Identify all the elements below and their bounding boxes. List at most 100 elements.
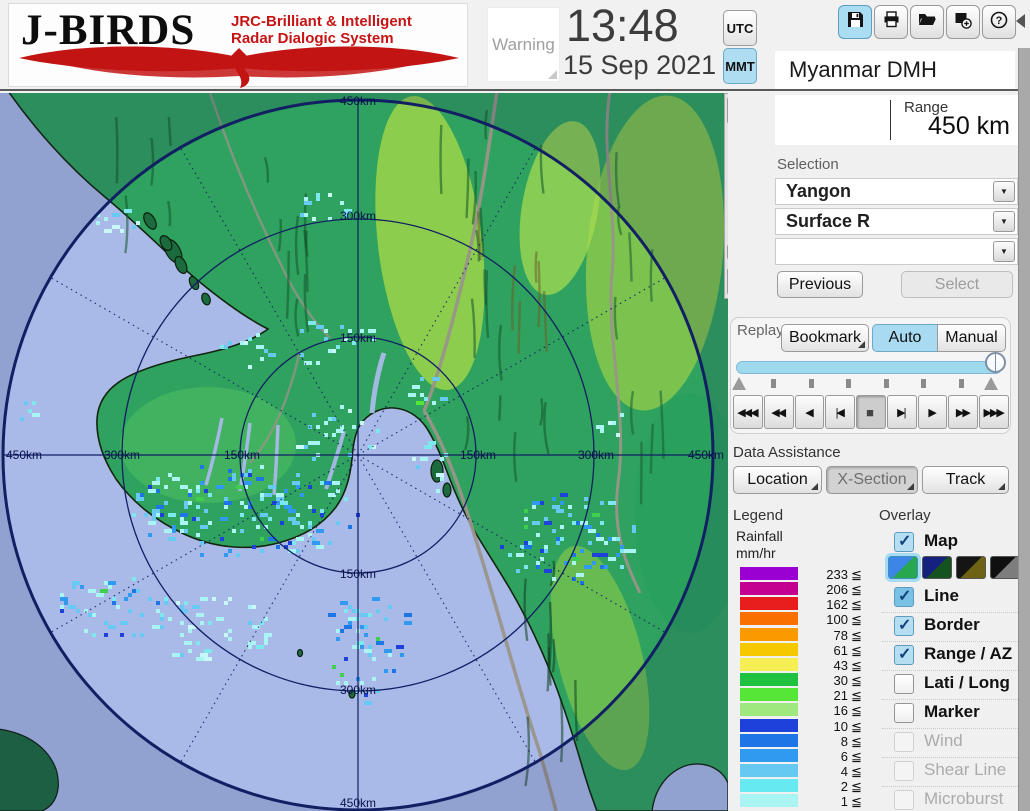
auto-mode-button[interactable]: Auto	[872, 324, 938, 352]
divider	[882, 728, 1018, 729]
checkbox[interactable]: ✓	[894, 587, 914, 607]
site-dropdown[interactable]: Yangon ▼	[775, 178, 1018, 205]
legend-value: 162	[800, 597, 848, 612]
radar-map[interactable]: 450km300km150km150km300km450km450km300km…	[0, 93, 728, 811]
rewind-button[interactable]: ◀◀	[764, 395, 794, 429]
lte-symbol: ≦	[851, 673, 862, 689]
x-section-button[interactable]: X-Section	[826, 466, 918, 494]
overlay-item-shear-line[interactable]: Shear Line	[888, 760, 1018, 787]
option-dropdown[interactable]: ▼	[775, 238, 1018, 265]
checkbox[interactable]	[894, 761, 914, 781]
play-reverse-button[interactable]: ◀	[795, 395, 825, 429]
forward-fastest-button[interactable]: ▶▶▶	[979, 395, 1009, 429]
print-button[interactable]	[874, 5, 908, 39]
overlay-item-label: Lati / Long	[924, 673, 1010, 693]
overlay-item-range-az[interactable]: ✓Range / AZ	[888, 644, 1018, 671]
overlay-list: ✓ Map ✓Line✓Border✓Range / AZLati / Long Ma…	[888, 528, 1018, 811]
select-button[interactable]: Select	[901, 271, 1013, 298]
checkbox[interactable]	[894, 732, 914, 752]
resize-grip-icon[interactable]	[548, 70, 557, 79]
replay-slider-track[interactable]	[736, 361, 1002, 374]
slider-tick	[809, 379, 814, 388]
chevron-down-icon[interactable]: ▼	[993, 241, 1015, 262]
selection-label: Selection	[777, 156, 839, 173]
svg-text:300km: 300km	[340, 683, 376, 697]
save-button[interactable]	[838, 5, 872, 39]
button-label: X-Section	[837, 471, 906, 489]
product-dropdown[interactable]: Surface R ▼	[775, 208, 1018, 235]
checkbox[interactable]: ✓	[894, 616, 914, 636]
button-label: Track	[946, 471, 985, 489]
map-style-terrain-dark[interactable]	[922, 556, 952, 579]
overlay-item-label: Map	[924, 531, 958, 551]
help-button[interactable]: ?	[982, 5, 1016, 39]
panel-collapse-icon[interactable]	[1016, 14, 1025, 28]
panel-scrollbar[interactable]	[1018, 48, 1030, 811]
divider	[882, 641, 1018, 642]
map-style-terrain-olive[interactable]	[956, 556, 986, 579]
slider-tick	[959, 379, 964, 388]
track-button[interactable]: Track	[922, 466, 1009, 494]
slider-start-marker[interactable]	[732, 377, 746, 390]
overlay-item-line[interactable]: ✓Line	[888, 586, 1018, 613]
manual-mode-button[interactable]: Manual	[937, 324, 1006, 352]
rewind-fastest-button[interactable]: ◀◀◀	[733, 395, 763, 429]
play-button[interactable]: ▶	[918, 395, 948, 429]
map-style-swatches	[888, 556, 1018, 583]
replay-slider-handle[interactable]	[985, 352, 1006, 373]
warning-label: Warning	[492, 35, 555, 55]
capture-icon	[953, 10, 973, 35]
svg-text:450km: 450km	[688, 448, 724, 462]
overlay-item-wind[interactable]: Wind	[888, 731, 1018, 758]
overlay-item-microburst[interactable]: Microburst	[888, 789, 1018, 811]
checkbox[interactable]	[894, 674, 914, 694]
logo-subtitle-2: Radar Dialogic System	[231, 30, 394, 47]
legend-swatch	[740, 582, 798, 595]
previous-button[interactable]: Previous	[777, 271, 863, 298]
legend-swatch	[740, 703, 798, 716]
lte-symbol: ≦	[851, 628, 862, 644]
utc-button[interactable]: UTC	[723, 10, 757, 46]
checkbox[interactable]	[894, 790, 914, 810]
legend-swatch	[740, 628, 798, 641]
legend-value: 78	[800, 628, 848, 643]
svg-text:150km: 150km	[460, 448, 496, 462]
save-icon	[846, 10, 865, 34]
map-style-terrain-gray[interactable]	[990, 556, 1020, 579]
legend-swatch	[740, 567, 798, 580]
checkbox[interactable]: ✓	[894, 532, 914, 552]
overlay-item-map[interactable]: ✓ Map	[888, 531, 1018, 558]
capture-button[interactable]	[946, 5, 980, 39]
bookmark-button[interactable]: Bookmark	[781, 324, 869, 352]
slider-end-marker[interactable]	[984, 377, 998, 390]
forward-button[interactable]: ▶▶	[948, 395, 978, 429]
svg-text:450km: 450km	[340, 796, 376, 810]
checkbox[interactable]	[894, 703, 914, 723]
svg-text:150km: 150km	[340, 567, 376, 581]
mmt-button[interactable]: MMT	[723, 48, 757, 84]
location-button[interactable]: Location	[733, 466, 822, 494]
legend-value: 61	[800, 643, 848, 658]
legend-value: 16	[800, 703, 848, 718]
chevron-down-icon[interactable]: ▼	[993, 211, 1015, 232]
step-forward-button[interactable]: ▶|	[887, 395, 917, 429]
legend-swatch	[740, 597, 798, 610]
overlay-item-marker[interactable]: Marker	[888, 702, 1018, 729]
lte-symbol: ≦	[851, 643, 862, 659]
warning-panel[interactable]: Warning	[487, 7, 560, 82]
map-style-terrain-day[interactable]	[888, 556, 918, 579]
overlay-item-lati-long[interactable]: Lati / Long	[888, 673, 1018, 700]
legend-swatch	[740, 719, 798, 732]
open-folder-button[interactable]	[910, 5, 944, 39]
bookmark-label: Bookmark	[789, 329, 861, 347]
checkbox[interactable]: ✓	[894, 645, 914, 665]
svg-text:?: ?	[996, 15, 1003, 27]
overlay-item-border[interactable]: ✓Border	[888, 615, 1018, 642]
legend-title: Legend	[733, 507, 783, 524]
stop-button[interactable]: ■	[856, 395, 886, 429]
divider	[882, 670, 1018, 671]
chevron-down-icon[interactable]: ▼	[993, 181, 1015, 202]
svg-text:150km: 150km	[340, 331, 376, 345]
step-back-button[interactable]: |◀	[825, 395, 855, 429]
legend-value: 1	[800, 794, 848, 809]
